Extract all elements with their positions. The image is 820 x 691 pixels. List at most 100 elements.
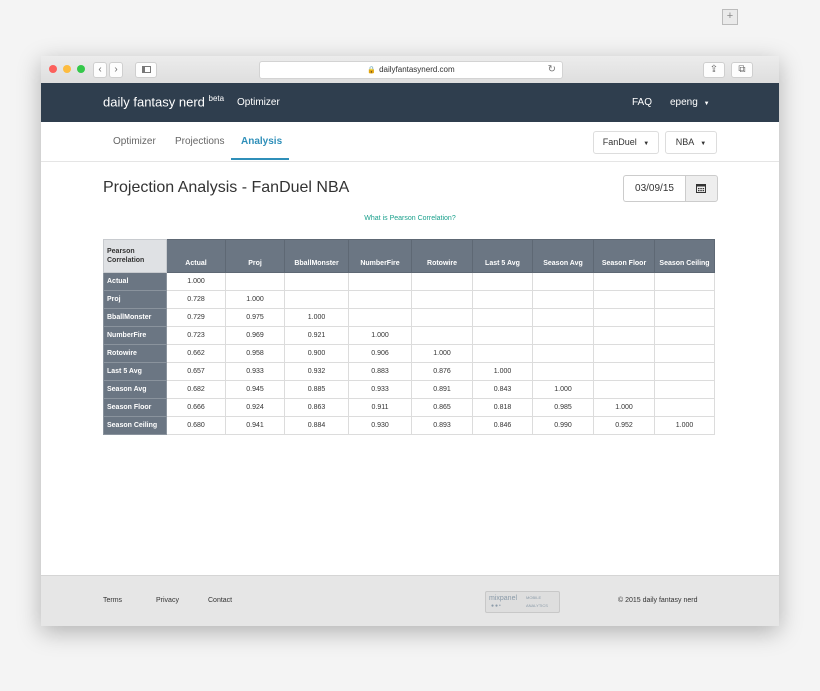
table-cell: [593, 272, 655, 291]
page-footer: Terms Privacy Contact mixpanel MOBILE ●●…: [41, 575, 779, 626]
table-cell: [654, 344, 715, 363]
table-cell: 1.000: [166, 272, 226, 291]
tab-projections[interactable]: Projections: [175, 136, 224, 147]
table-cell: [593, 362, 655, 381]
tabs-button[interactable]: ⧉: [731, 62, 753, 78]
table-cell: [654, 380, 715, 399]
caret-down-icon: ▼: [700, 141, 707, 147]
url-text: dailyfantasynerd.com: [379, 65, 455, 74]
caret-down-icon: ▼: [703, 101, 710, 107]
table-row: Last 5 Avg 0.657 0.933 0.932 0.883 0.876 1.000: [103, 362, 715, 381]
table-cell: 0.662: [166, 344, 226, 363]
table-cell: [593, 308, 655, 327]
table-cell: 0.900: [284, 344, 349, 363]
table-cell: 1.000: [284, 308, 349, 327]
pearson-info-text: What is Pearson Correlation?: [364, 215, 456, 222]
minimize-window-button[interactable]: [63, 65, 71, 73]
active-tab-indicator: [231, 158, 289, 160]
footer-terms-link[interactable]: Terms: [103, 597, 122, 604]
table-cell: 0.941: [225, 416, 285, 435]
table-row: Season Avg 0.682 0.945 0.885 0.933 0.891 0.843…: [103, 380, 715, 399]
table-row: Rotowire 0.662 0.958 0.900 0.906 1.000: [103, 344, 715, 363]
table-cell: [593, 380, 655, 399]
table-cell: 0.843: [472, 380, 533, 399]
footer-copyright: © 2015 daily fantasy nerd: [618, 597, 698, 604]
back-arrow-icon: ‹: [98, 64, 102, 75]
column-header: Proj: [225, 239, 285, 273]
table-cell: [284, 272, 349, 291]
caret-down-icon: ▼: [643, 141, 650, 147]
table-cell: [532, 308, 594, 327]
table-cell: 0.975: [225, 308, 285, 327]
table-cell: 0.893: [411, 416, 473, 435]
sport-dropdown[interactable]: NBA ▼: [665, 131, 717, 154]
table-cell: [225, 272, 285, 291]
table-cell: [593, 326, 655, 345]
table-cell: [472, 308, 533, 327]
mixpanel-logo-text: mixpanel: [489, 595, 518, 602]
nav-optimizer-link[interactable]: Optimizer: [237, 97, 280, 108]
table-cell: 1.000: [472, 362, 533, 381]
footer-privacy-link[interactable]: Privacy: [156, 597, 179, 604]
address-bar[interactable]: 🔒 dailyfantasynerd.com ↻: [259, 61, 563, 79]
date-input[interactable]: 03/09/15: [623, 175, 685, 202]
table-cell: 1.000: [225, 290, 285, 309]
share-button[interactable]: ⇪: [703, 62, 725, 78]
table-cell: 0.932: [284, 362, 349, 381]
tab-optimizer[interactable]: Optimizer: [113, 136, 156, 147]
table-cell: 0.863: [284, 398, 349, 417]
table-cell: 0.818: [472, 398, 533, 417]
table-cell: 0.924: [225, 398, 285, 417]
table-cell: 0.906: [348, 344, 412, 363]
brand-logo[interactable]: daily fantasy nerd beta: [103, 94, 224, 109]
table-cell: [654, 362, 715, 381]
table-cell: [411, 272, 473, 291]
site-dropdown[interactable]: FanDuel ▼: [593, 131, 659, 154]
lock-icon: 🔒: [367, 67, 377, 74]
table-cell: [411, 308, 473, 327]
table-row: Proj 0.728 1.000: [103, 290, 715, 309]
nav-faq-link[interactable]: FAQ: [632, 97, 652, 108]
forward-button[interactable]: ›: [109, 62, 123, 78]
close-window-button[interactable]: [49, 65, 57, 73]
table-row: Season Floor 0.666 0.924 0.863 0.911 0.865 0.8…: [103, 398, 715, 417]
forward-arrow-icon: ›: [114, 64, 118, 75]
calendar-button[interactable]: [685, 175, 718, 202]
table-cell: [532, 290, 594, 309]
row-header: Actual: [103, 272, 167, 291]
table-cell: 0.885: [284, 380, 349, 399]
sidebar-button[interactable]: [135, 62, 157, 78]
row-header: Season Ceiling: [103, 416, 167, 435]
plus-icon: +: [726, 10, 734, 22]
table-cell: [654, 398, 715, 417]
row-header: Season Avg: [103, 380, 167, 399]
reload-icon[interactable]: ↻: [548, 62, 556, 78]
table-cell: 0.921: [284, 326, 349, 345]
table-cell: 0.680: [166, 416, 226, 435]
row-header: BballMonster: [103, 308, 167, 327]
back-button[interactable]: ‹: [93, 62, 107, 78]
table-cell: 0.884: [284, 416, 349, 435]
table-cell: 0.952: [593, 416, 655, 435]
table-cell: [532, 362, 594, 381]
tab-analysis[interactable]: Analysis: [241, 136, 282, 147]
table-cell: [654, 290, 715, 309]
row-header: Rotowire: [103, 344, 167, 363]
zoom-window-button[interactable]: [77, 65, 85, 73]
footer-contact-link[interactable]: Contact: [208, 597, 232, 604]
table-cell: 1.000: [348, 326, 412, 345]
new-tab-button[interactable]: +: [722, 9, 738, 25]
table-cell: 0.883: [348, 362, 412, 381]
table-cell: [654, 326, 715, 345]
column-header: Last 5 Avg: [472, 239, 533, 273]
pearson-info-link[interactable]: What is Pearson Correlation?: [41, 215, 779, 222]
table-row: Actual 1.000: [103, 272, 715, 291]
mixpanel-sub1: MOBILE: [526, 595, 542, 600]
table-cell: 0.958: [225, 344, 285, 363]
user-menu[interactable]: epeng ▼: [670, 97, 710, 108]
column-header: Actual: [166, 239, 226, 273]
correlation-table: Pearson Correlation Actual Proj BballMon…: [103, 239, 715, 435]
table-row: Season Ceiling 0.680 0.941 0.884 0.930 0.893 0…: [103, 416, 715, 435]
brand-name: daily fantasy nerd: [103, 94, 205, 110]
mixpanel-badge[interactable]: mixpanel MOBILE ●●• ANALYTICS: [485, 591, 560, 613]
